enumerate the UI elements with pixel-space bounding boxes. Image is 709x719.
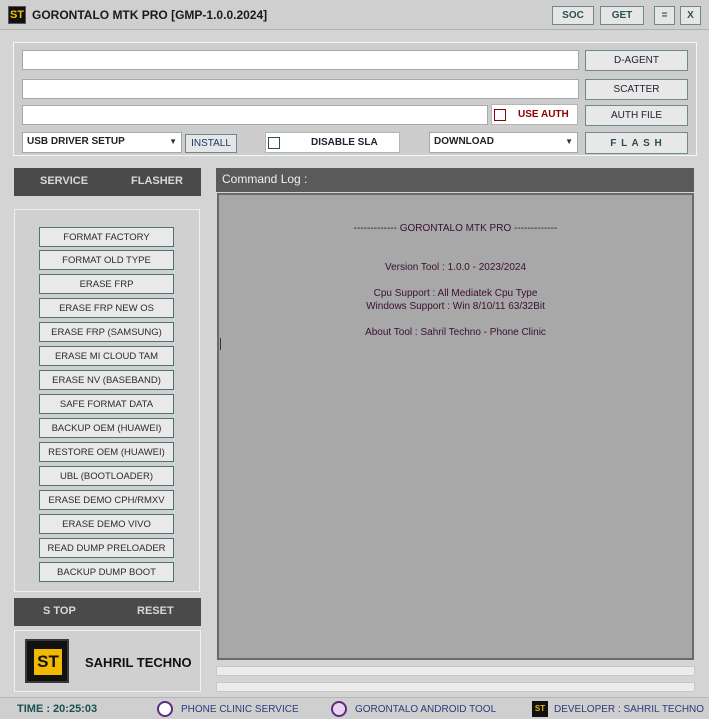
android-tool-link[interactable]: GORONTALO ANDROID TOOL <box>355 704 496 715</box>
restore-oem-button[interactable]: RESTORE OEM (HUAWEI) <box>39 442 174 462</box>
function-tabs: SERVICE FLASHER <box>14 168 201 196</box>
erase-frp-new-os-button[interactable]: ERASE FRP NEW OS <box>39 298 174 318</box>
time-readout: TIME : 20:25:03 <box>17 703 98 715</box>
safe-format-data-button[interactable]: SAFE FORMAT DATA <box>39 394 174 414</box>
mode-value: DOWNLOAD <box>434 136 494 147</box>
backup-dump-boot-button[interactable]: BACKUP DUMP BOOT <box>39 562 174 582</box>
command-log[interactable]: ------------- GORONTALO MTK PRO --------… <box>217 193 694 660</box>
erase-frp-button[interactable]: ERASE FRP <box>39 274 174 294</box>
progress-bar-secondary <box>216 682 695 692</box>
backup-oem-button[interactable]: BACKUP OEM (HUAWEI) <box>39 418 174 438</box>
erase-mi-cloud-button[interactable]: ERASE MI CLOUD TAM <box>39 346 174 366</box>
log-line: Version Tool : 1.0.0 - 2023/2024 <box>384 262 527 273</box>
close-button[interactable]: X <box>680 6 701 25</box>
tab-flasher[interactable]: FLASHER <box>131 175 183 187</box>
usb-driver-select[interactable]: USB DRIVER SETUP ▼ <box>22 132 182 153</box>
d-agent-button[interactable]: D-AGENT <box>585 50 688 71</box>
soc-button[interactable]: SOC <box>552 6 594 25</box>
scatter-button[interactable]: SCATTER <box>585 79 688 100</box>
get-button[interactable]: GET <box>600 6 644 25</box>
progress-bar-primary <box>216 666 695 676</box>
disable-sla-checkbox[interactable] <box>268 137 280 149</box>
install-button[interactable]: INSTALL <box>185 134 237 153</box>
log-line: Cpu Support : All Mediatek Cpu Type <box>373 288 538 299</box>
phone-clinic-link[interactable]: PHONE CLINIC SERVICE <box>181 704 299 715</box>
android-tool-icon <box>331 701 347 717</box>
flash-button[interactable]: F L A S H <box>585 132 688 154</box>
mode-select[interactable]: DOWNLOAD ▼ <box>429 132 578 153</box>
brand-logo-text: ST <box>34 649 62 675</box>
log-title: Command Log : <box>222 172 308 186</box>
erase-demo-cph-button[interactable]: ERASE DEMO CPH/RMXV <box>39 490 174 510</box>
app-logo-icon: ST <box>8 6 26 24</box>
window-title: GORONTALO MTK PRO [GMP-1.0.0.2024] <box>32 8 268 22</box>
stop-button[interactable]: S TOP <box>43 605 76 617</box>
usb-driver-value: USB DRIVER SETUP <box>27 136 125 147</box>
reset-button[interactable]: RESET <box>137 605 174 617</box>
developer-link[interactable]: DEVELOPER : SAHRIL TECHNO <box>554 704 704 715</box>
erase-nv-button[interactable]: ERASE NV (BASEBAND) <box>39 370 174 390</box>
log-header: Command Log : <box>216 168 694 192</box>
title-bar: ST GORONTALO MTK PRO [GMP-1.0.0.2024] SO… <box>0 0 709 30</box>
format-factory-button[interactable]: FORMAT FACTORY <box>39 227 174 247</box>
log-line: ------------- GORONTALO MTK PRO --------… <box>353 223 558 234</box>
log-line: Windows Support : Win 8/10/11 63/32Bit <box>366 301 545 312</box>
brand-panel: ST SAHRIL TECHNO <box>14 630 201 692</box>
erase-frp-samsung-button[interactable]: ERASE FRP (SAMSUNG) <box>39 322 174 342</box>
developer-logo-icon: ST <box>532 701 548 717</box>
brand-name: SAHRIL TECHNO <box>85 655 192 670</box>
use-auth-label: USE AUTH <box>518 109 569 120</box>
disable-sla-label: DISABLE SLA <box>311 137 378 148</box>
auth-file-button[interactable]: AUTH FILE <box>585 105 688 126</box>
use-auth-checkbox[interactable] <box>494 109 506 121</box>
log-line: About Tool : Sahril Techno - Phone Clini… <box>365 327 546 338</box>
chip-logo-icon: ST <box>25 639 69 683</box>
action-bar: S TOP RESET <box>14 598 201 626</box>
menu-button[interactable]: = <box>654 6 675 25</box>
chevron-down-icon: ▼ <box>565 137 573 146</box>
status-bar: TIME : 20:25:03 PHONE CLINIC SERVICE GOR… <box>0 697 709 719</box>
tab-service[interactable]: SERVICE <box>40 175 88 187</box>
chevron-down-icon: ▼ <box>169 137 177 146</box>
read-dump-preloader-button[interactable]: READ DUMP PRELOADER <box>39 538 174 558</box>
phone-clinic-icon <box>157 701 173 717</box>
auth-path-input[interactable] <box>22 105 488 125</box>
format-old-type-button[interactable]: FORMAT OLD TYPE <box>39 250 174 270</box>
ubl-button[interactable]: UBL (BOOTLOADER) <box>39 466 174 486</box>
text-cursor <box>220 338 221 350</box>
erase-demo-vivo-button[interactable]: ERASE DEMO VIVO <box>39 514 174 534</box>
scatter-path-input[interactable] <box>22 79 579 99</box>
da-path-input[interactable] <box>22 50 579 70</box>
